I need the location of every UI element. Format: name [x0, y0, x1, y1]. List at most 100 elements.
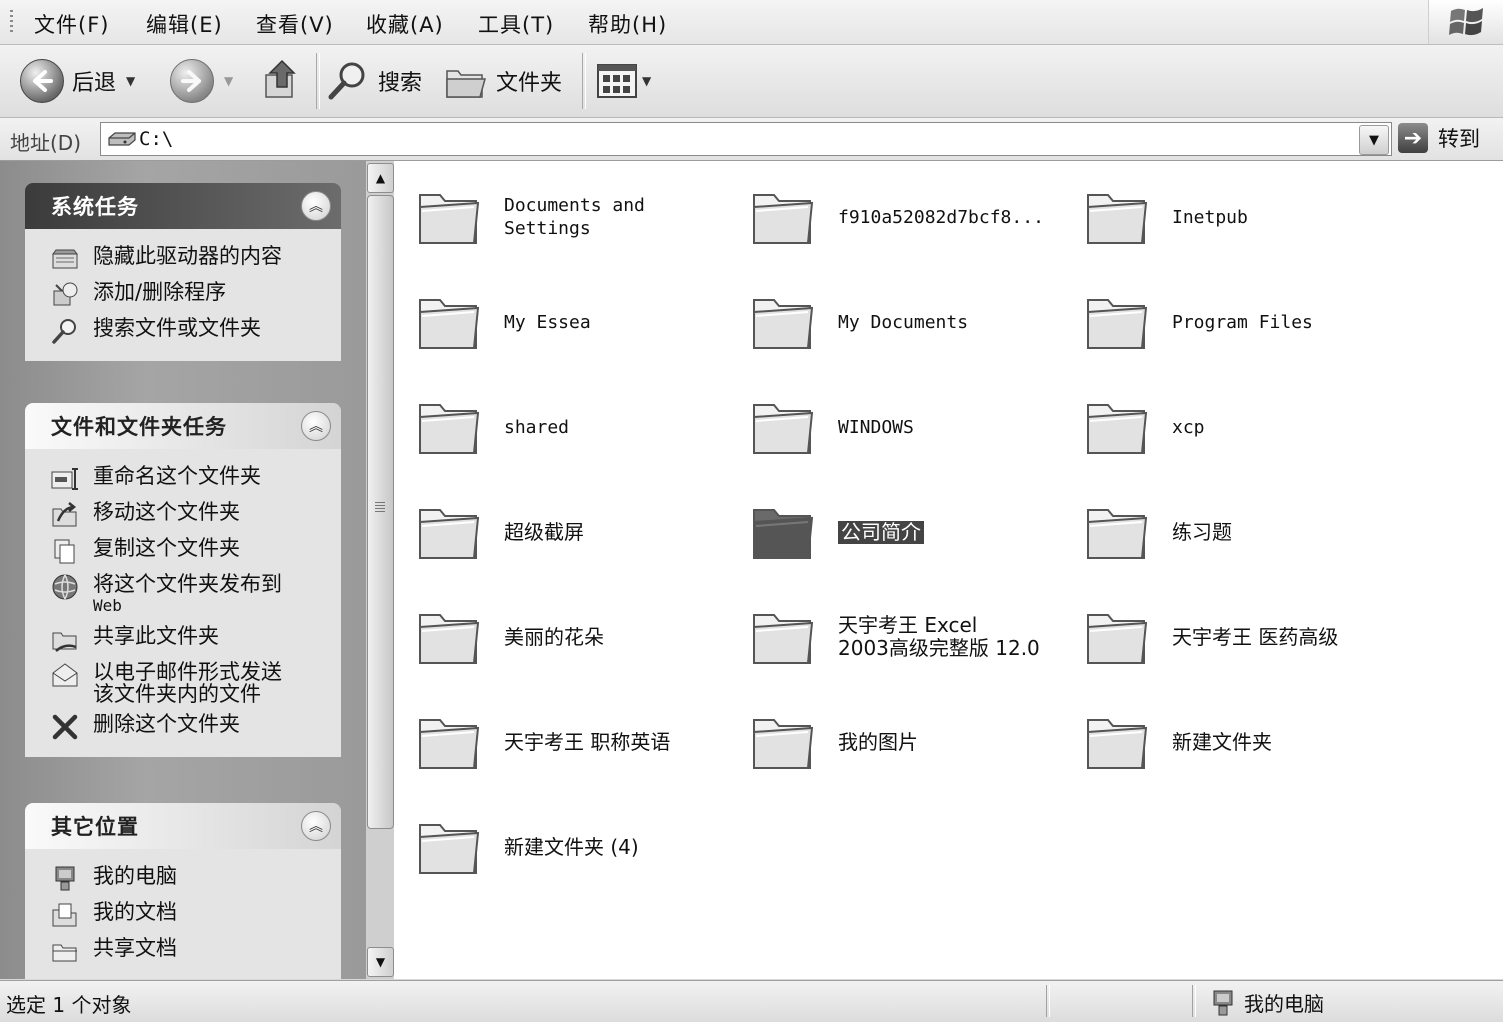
- folder-icon: [753, 194, 814, 244]
- folder-item[interactable]: 我的图片: [748, 702, 1068, 782]
- task-label: 以电子邮件形式发送 该文件夹内的文件: [93, 660, 282, 706]
- task-rename-folder[interactable]: 重命名这个文件夹: [25, 461, 341, 497]
- up-button[interactable]: [262, 57, 302, 101]
- folder-name: 新建文件夹: [1172, 729, 1272, 754]
- task-publish-web[interactable]: 将这个文件夹发布到 Web: [25, 569, 341, 621]
- folder-item[interactable]: 天宇考王 职称英语: [414, 702, 734, 782]
- back-arrow-icon: [20, 59, 64, 103]
- menu-edit[interactable]: 编辑(E): [146, 9, 223, 39]
- scroll-down-button[interactable]: ▼: [367, 947, 394, 977]
- folder-item[interactable]: xcp: [1082, 387, 1402, 467]
- folders-icon: [446, 70, 486, 98]
- views-dropdown-icon[interactable]: ▼: [642, 74, 651, 88]
- folder-item[interactable]: 练习题: [1082, 492, 1402, 572]
- collapse-icon[interactable]: ︽: [301, 811, 331, 841]
- chevron-up-icon: ▲: [375, 171, 386, 185]
- chevron-down-icon: ▼: [375, 955, 386, 969]
- menu-view[interactable]: 查看(V): [256, 9, 334, 39]
- place-my-documents[interactable]: 我的文档: [25, 897, 341, 933]
- folder-item[interactable]: 美丽的花朵: [414, 597, 734, 677]
- menu-file[interactable]: 文件(F): [34, 9, 109, 39]
- folder-name: My Documents: [838, 311, 969, 333]
- task-search-files[interactable]: 搜索文件或文件夹: [25, 313, 341, 349]
- forward-dropdown-icon[interactable]: ▼: [224, 74, 233, 88]
- task-label: 重命名这个文件夹: [93, 464, 261, 488]
- views-button[interactable]: ▼: [596, 63, 651, 99]
- menu-grip[interactable]: [10, 10, 13, 32]
- folder-item[interactable]: My Documents: [748, 282, 1068, 362]
- folder-icon: [1087, 509, 1148, 559]
- address-field[interactable]: C:\ ▼: [100, 122, 1392, 156]
- folder-icon: [419, 404, 480, 454]
- folder-name: 我的图片: [838, 729, 918, 754]
- status-location: 我的电脑: [1210, 988, 1324, 1017]
- folder-item[interactable]: 新建文件夹: [1082, 702, 1402, 782]
- back-button[interactable]: 后退 ▼: [20, 59, 135, 103]
- address-dropdown-button[interactable]: ▼: [1359, 125, 1389, 155]
- file-folder-tasks-header[interactable]: 文件和文件夹任务 ︽: [25, 403, 341, 449]
- folder-name: 超级截屏: [504, 519, 584, 544]
- task-email-files[interactable]: 以电子邮件形式发送 该文件夹内的文件: [25, 657, 341, 709]
- folder-item[interactable]: Program Files: [1082, 282, 1402, 362]
- folder-item[interactable]: 天宇考王 Excel 2003高级完整版 12.0: [748, 597, 1068, 677]
- back-dropdown-icon[interactable]: ▼: [126, 74, 135, 88]
- menu-tools[interactable]: 工具(T): [478, 9, 554, 39]
- toolbar-separator: [316, 53, 320, 109]
- task-share-folder[interactable]: 共享此文件夹: [25, 621, 341, 657]
- task-move-folder[interactable]: 移动这个文件夹: [25, 497, 341, 533]
- folder-item[interactable]: My Essea: [414, 282, 734, 362]
- scroll-thumb[interactable]: [367, 195, 394, 829]
- folder-item[interactable]: WINDOWS: [748, 387, 1068, 467]
- task-pane-scrollbar[interactable]: ▲ ▼: [365, 161, 395, 979]
- folder-item[interactable]: 新建文件夹 (4): [414, 807, 734, 887]
- go-button[interactable]: ➔ 转到: [1398, 123, 1480, 153]
- folder-name: Program Files: [1172, 311, 1313, 333]
- chevron-down-icon: ▼: [1369, 132, 1379, 148]
- task-add-remove-programs[interactable]: 添加/删除程序: [25, 277, 341, 313]
- folder-name: f910a52082d7bcf8...: [838, 206, 1044, 228]
- folder-icon: [753, 614, 814, 664]
- folder-item[interactable]: f910a52082d7bcf8...: [748, 177, 1068, 257]
- scroll-up-button[interactable]: ▲: [367, 163, 394, 193]
- task-hide-drive-contents[interactable]: 隐藏此驱动器的内容: [25, 241, 341, 277]
- task-label: 将这个文件夹发布到 Web: [93, 573, 282, 617]
- folder-item[interactable]: shared: [414, 387, 734, 467]
- folder-name: 天宇考王 职称英语: [504, 729, 671, 754]
- collapse-icon[interactable]: ︽: [301, 191, 331, 221]
- panel-title: 文件和文件夹任务: [51, 414, 227, 439]
- place-shared-documents[interactable]: 共享文档: [25, 933, 341, 969]
- collapse-icon[interactable]: ︽: [301, 411, 331, 441]
- task-label: 添加/删除程序: [93, 280, 227, 304]
- folder-item[interactable]: Inetpub: [1082, 177, 1402, 257]
- other-places-list: 我的电脑 我的文档 共享文档: [25, 849, 341, 979]
- my-documents-icon: [49, 901, 81, 929]
- menu-help[interactable]: 帮助(H): [588, 9, 667, 39]
- other-places-header[interactable]: 其它位置 ︽: [25, 803, 341, 849]
- search-button[interactable]: 搜索: [326, 59, 422, 103]
- system-tasks-header[interactable]: 系统任务 ︽: [25, 183, 341, 229]
- search-label: 搜索: [378, 71, 423, 96]
- copy-icon: [49, 537, 81, 565]
- task-delete-folder[interactable]: 删除这个文件夹: [25, 709, 341, 745]
- standard-toolbar: 后退 ▼ ▼ 搜索 文件夹 ▼: [0, 45, 1503, 118]
- folder-icon: [419, 614, 480, 664]
- folder-item[interactable]: 超级截屏: [414, 492, 734, 572]
- folders-label: 文件夹: [496, 71, 563, 96]
- folder-item[interactable]: Documents and Settings: [414, 177, 734, 257]
- folder-item[interactable]: 天宇考王 医药高级: [1082, 597, 1402, 677]
- place-my-computer[interactable]: 我的电脑: [25, 861, 341, 897]
- rename-icon: [49, 465, 81, 493]
- folder-icon: [1087, 299, 1148, 349]
- folders-button[interactable]: 文件夹: [444, 61, 562, 101]
- forward-button[interactable]: ▼: [170, 59, 233, 103]
- task-label: 共享此文件夹: [93, 624, 219, 648]
- task-label: 搜索文件或文件夹: [93, 316, 261, 340]
- status-location-label: 我的电脑: [1244, 992, 1324, 1016]
- folder-item[interactable]: 公司简介: [748, 492, 1068, 572]
- menu-favorites[interactable]: 收藏(A): [366, 9, 444, 39]
- task-copy-folder[interactable]: 复制这个文件夹: [25, 533, 341, 569]
- folder-name: xcp: [1172, 416, 1205, 438]
- shared-documents-icon: [49, 937, 81, 965]
- panel-title: 其它位置: [51, 814, 139, 839]
- folder-icon: [753, 719, 814, 769]
